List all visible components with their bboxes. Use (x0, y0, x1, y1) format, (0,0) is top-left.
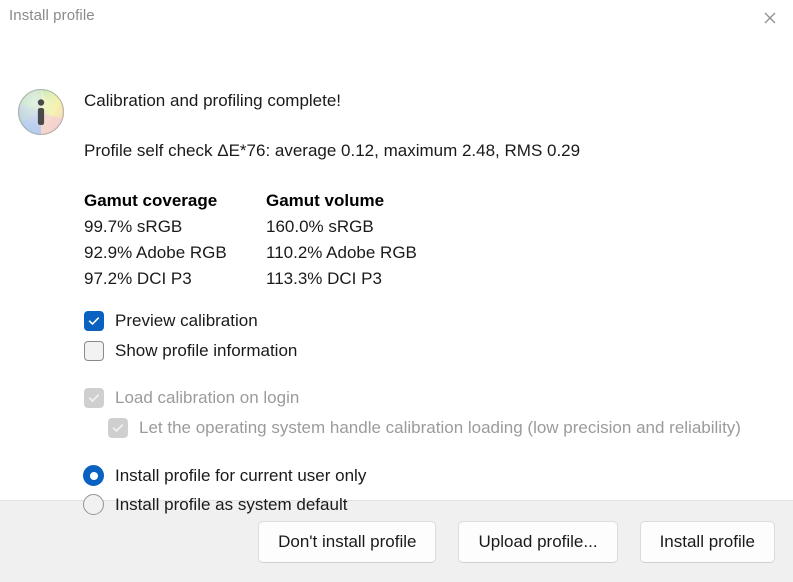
checkbox-show-profile-information[interactable] (84, 341, 104, 361)
gamut-volume-srgb: 160.0% sRGB (266, 217, 374, 236)
gamut-coverage-srgb: 99.7% sRGB (84, 217, 183, 236)
checkbox-label-os-handle-calibration-loading: Let the operating system handle calibrat… (139, 418, 741, 437)
color-wheel-info-icon (15, 86, 67, 138)
gamut-volume-header: Gamut volume (266, 191, 385, 210)
check-icon (111, 421, 125, 435)
radio-label-install-current-user: Install profile for current user only (115, 465, 367, 485)
self-check-text: Profile self check ΔE*76: average 0.12, … (84, 141, 581, 160)
gamut-coverage-dcip3: 97.2% DCI P3 (84, 269, 192, 288)
checkbox-load-calibration-on-login (84, 388, 104, 408)
checkbox-row-load-calibration-on-login: Load calibration on login (84, 388, 299, 408)
check-icon (87, 314, 101, 328)
radio-label-install-system-default: Install profile as system default (115, 494, 348, 514)
radio-install-system-default[interactable] (83, 494, 104, 515)
radio-row-install-current-user[interactable]: Install profile for current user only (83, 465, 366, 486)
gamut-coverage-header: Gamut coverage (84, 191, 218, 210)
checkbox-preview-calibration[interactable] (84, 311, 104, 331)
dialog-content: Calibration and profiling complete! Prof… (0, 36, 793, 515)
gamut-coverage-adobergb: 92.9% Adobe RGB (84, 243, 227, 262)
upload-profile-button[interactable]: Upload profile... (458, 520, 618, 563)
radio-row-install-system-default[interactable]: Install profile as system default (83, 494, 347, 515)
gamut-volume-adobergb: 110.2% Adobe RGB (266, 243, 417, 262)
dont-install-profile-button[interactable]: Don't install profile (258, 520, 437, 563)
checkbox-label-show-profile-information: Show profile information (115, 341, 298, 360)
gamut-coverage-column: Gamut coverage 99.7% sRGB 92.9% Adobe RG… (84, 188, 266, 292)
install-profile-button[interactable]: Install profile (639, 520, 775, 563)
checkbox-row-show-profile-information[interactable]: Show profile information (84, 341, 297, 361)
gamut-table: Gamut coverage 99.7% sRGB 92.9% Adobe RG… (84, 188, 466, 292)
gamut-volume-dcip3: 113.3% DCI P3 (266, 269, 382, 288)
check-icon (87, 391, 101, 405)
install-profile-dialog: Install profile Calibration and profilin… (0, 0, 793, 582)
gamut-volume-column: Gamut volume 160.0% sRGB 110.2% Adobe RG… (266, 188, 466, 292)
close-icon (762, 10, 778, 26)
window-title: Install profile (9, 7, 95, 24)
radio-install-current-user[interactable] (83, 465, 104, 486)
close-button[interactable] (747, 0, 793, 36)
checkbox-row-preview-calibration[interactable]: Preview calibration (84, 311, 258, 331)
page-title: Calibration and profiling complete! (84, 91, 342, 110)
checkbox-label-preview-calibration: Preview calibration (115, 311, 258, 330)
radio-dot-icon (89, 471, 98, 480)
checkbox-label-load-calibration-on-login: Load calibration on login (115, 388, 300, 407)
checkbox-row-os-handle-calibration-loading: Let the operating system handle calibrat… (108, 418, 741, 438)
checkbox-os-handle-calibration-loading (108, 418, 128, 438)
title-bar: Install profile (0, 0, 793, 36)
